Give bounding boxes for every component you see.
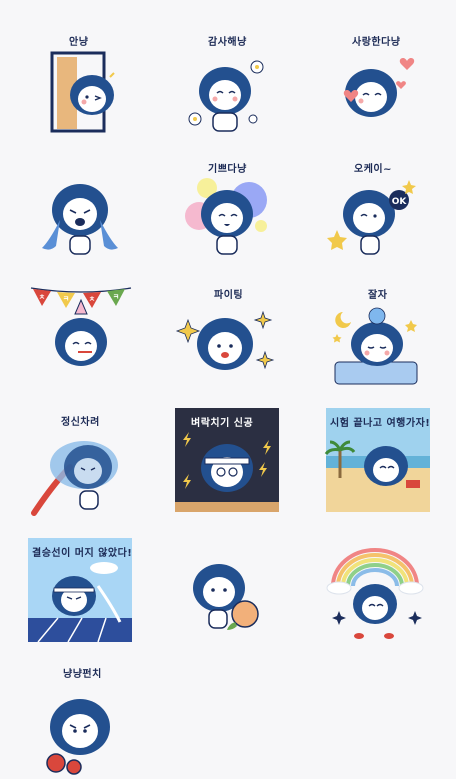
flag-letter: ㅊ xyxy=(39,293,45,301)
lion-water-splash-icon xyxy=(31,441,118,516)
flag-letter: ㅋ xyxy=(113,293,119,301)
sticker-finish-line[interactable]: 결승선이 머지 않았다! xyxy=(28,538,133,643)
sticker-caption: 냥냥펀치 xyxy=(63,669,102,680)
lion-tangerine-icon xyxy=(193,564,259,630)
sticker-grid: 안냥 감사해냥 사랑한다냥 기쁘다냥 오케이~ OK ㅊ ㅋ ㅊ ㅋ 파이팅 잘… xyxy=(0,0,456,775)
sticker-congrats[interactable]: ㅊ ㅋ ㅊ ㅋ xyxy=(25,280,135,390)
sticker-goodnight[interactable]: 잘자 xyxy=(320,286,430,396)
sticker-wake-up[interactable]: 정신차려 xyxy=(25,413,135,523)
sticker-caption: 시험 끝나고 여행가자! xyxy=(330,418,431,429)
sticker-caption: 벼락치기 신공 xyxy=(191,418,254,429)
sticker-love[interactable]: 사랑한다냥 xyxy=(320,33,430,143)
sticker-caption: 사랑한다냥 xyxy=(352,37,401,48)
sticker-caption: 감사해냥 xyxy=(208,37,247,48)
flag-letter: ㅋ xyxy=(63,295,69,303)
lion-sleeping-icon xyxy=(332,307,418,385)
sticker-crunch[interactable]: 벼락치기 신공 xyxy=(175,408,279,512)
lion-love-icon xyxy=(343,57,415,117)
sticker-hello[interactable]: 안냥 xyxy=(25,33,135,143)
sticker-caption: 안냥 xyxy=(69,37,89,48)
sticker-fighting[interactable]: 파이팅 xyxy=(170,286,280,396)
sticker-tangerine[interactable] xyxy=(170,538,280,648)
ok-badge-text: OK xyxy=(392,197,408,207)
lion-rainbow-icon xyxy=(326,548,424,639)
flag-letter: ㅊ xyxy=(89,295,95,303)
sticker-caption: 오케이~ xyxy=(354,164,392,175)
sticker-punch[interactable]: 냥냥펀치 xyxy=(25,665,135,775)
sticker-rainbow[interactable] xyxy=(320,538,430,648)
sticker-thanks[interactable]: 감사해냥 xyxy=(170,33,280,143)
lion-fighting-icon xyxy=(175,310,275,370)
lion-crying-icon xyxy=(42,184,118,255)
sticker-caption: 기쁘다냥 xyxy=(208,164,247,175)
lion-party-icon: ㅊ ㅋ ㅊ ㅋ xyxy=(30,287,132,366)
sticker-caption: 결승선이 머지 않았다! xyxy=(32,548,133,559)
lion-happy-icon xyxy=(185,178,267,255)
lion-ok-icon: OK xyxy=(327,180,416,255)
lion-thanks-icon xyxy=(188,60,264,132)
sticker-travel[interactable]: 시험 끝나고 여행가자! xyxy=(324,408,431,512)
lion-boxing-icon xyxy=(46,699,110,775)
sticker-okay[interactable]: 오케이~ OK xyxy=(320,160,430,270)
sticker-happy[interactable]: 기쁘다냥 xyxy=(170,160,280,270)
lion-waving-door-icon xyxy=(50,51,115,133)
sticker-crying[interactable] xyxy=(25,160,135,270)
